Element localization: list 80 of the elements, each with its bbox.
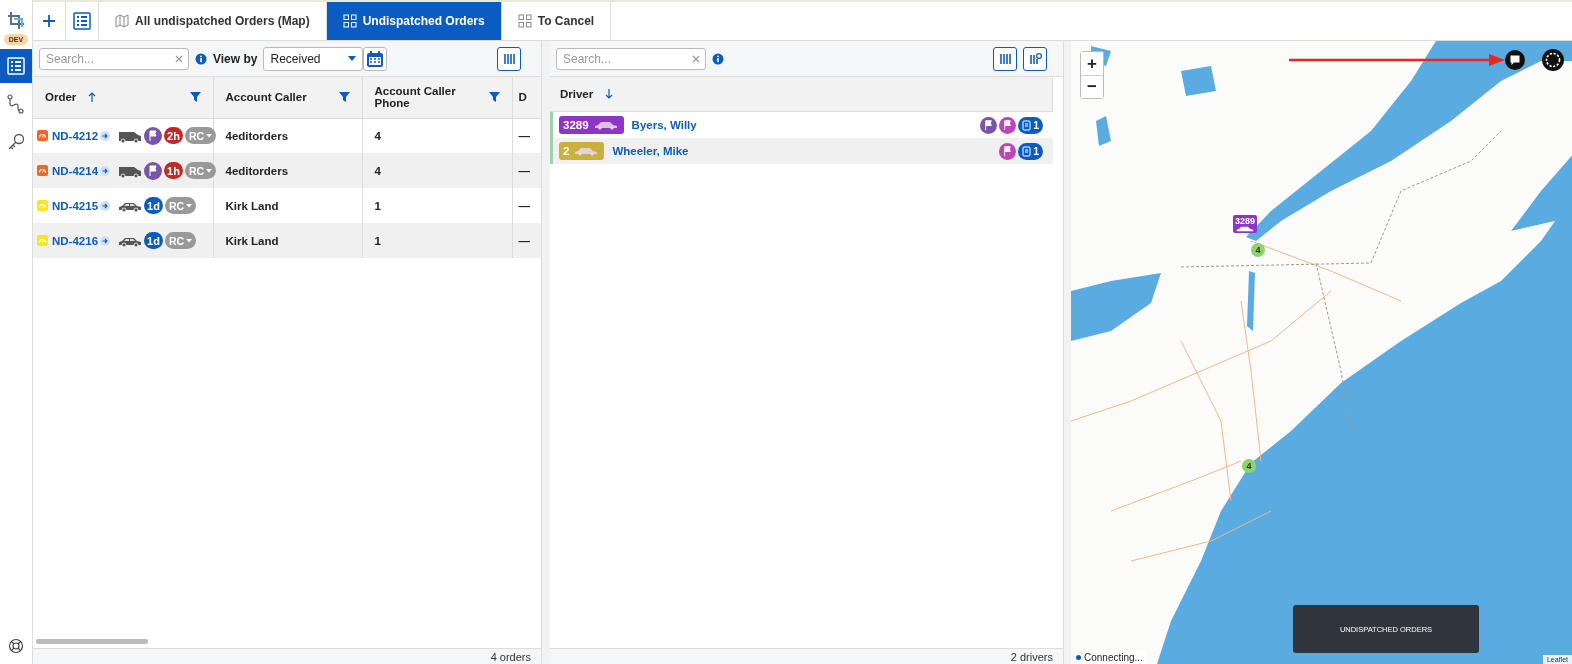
info-icon bbox=[195, 52, 207, 65]
scrollbar[interactable] bbox=[36, 639, 148, 644]
table-cell: 4editorders bbox=[213, 153, 362, 188]
table-cell: Kirk Land bbox=[213, 223, 362, 258]
sidebar-item[interactable] bbox=[0, 49, 32, 83]
info-icon bbox=[712, 52, 724, 65]
order-count: 4 orders bbox=[490, 651, 531, 663]
filter-icon[interactable] bbox=[338, 92, 350, 103]
columns-button[interactable] bbox=[993, 46, 1017, 71]
driver-name[interactable]: Byers, Willy bbox=[631, 119, 697, 131]
vehicle-badge: 2 bbox=[559, 142, 605, 160]
age-badge: 2h bbox=[164, 127, 184, 145]
connection-status: Connecting... bbox=[1084, 652, 1143, 663]
clear-icon[interactable] bbox=[692, 54, 700, 63]
arrow-right-icon[interactable] bbox=[100, 165, 111, 176]
search-field[interactable]: Search... bbox=[556, 47, 706, 70]
arrow-right-icon[interactable] bbox=[100, 130, 111, 141]
table-cell: 4 bbox=[362, 153, 512, 188]
table-cell: — bbox=[512, 153, 541, 188]
columns-icon bbox=[502, 52, 516, 65]
calendar-button[interactable] bbox=[363, 46, 388, 71]
column-header[interactable]: Account Caller bbox=[213, 77, 362, 118]
logo-icon[interactable] bbox=[6, 10, 26, 30]
table-cell: — bbox=[512, 223, 541, 258]
sort-down-icon[interactable] bbox=[605, 89, 614, 99]
order-link[interactable]: ND-4214 bbox=[52, 164, 99, 177]
tab[interactable]: Undispatched Orders bbox=[326, 2, 502, 40]
order-link[interactable]: ND-4216 bbox=[52, 234, 99, 247]
age-badge: 1d bbox=[144, 197, 164, 214]
clipboard-icon bbox=[1022, 145, 1032, 157]
order-link[interactable]: ND-4212 bbox=[52, 129, 99, 142]
vehicle-badge: 3289 bbox=[559, 116, 624, 134]
view-by-label: View by bbox=[213, 51, 258, 66]
key-icon bbox=[6, 132, 26, 152]
table-cell: 1 bbox=[362, 223, 512, 258]
order-count-badge: 1 bbox=[1018, 142, 1043, 160]
list-icon bbox=[72, 11, 92, 31]
order-count-badge: 1 bbox=[1018, 116, 1043, 134]
column-header[interactable]: D bbox=[512, 77, 541, 118]
tab[interactable]: All undispatched Orders (Map) bbox=[99, 2, 327, 40]
clipboard-icon bbox=[1022, 119, 1032, 131]
tab[interactable]: To Cancel bbox=[501, 2, 612, 40]
map-icon bbox=[115, 14, 129, 28]
column-header[interactable]: Order bbox=[33, 77, 213, 118]
zoom-out-button[interactable]: − bbox=[1081, 75, 1103, 98]
search-field[interactable]: Search... bbox=[39, 47, 189, 70]
filter-icon[interactable] bbox=[189, 92, 201, 103]
settings-button[interactable] bbox=[1023, 46, 1047, 71]
caret-icon bbox=[186, 238, 193, 243]
column-header[interactable]: Account Caller Phone bbox=[362, 77, 512, 118]
column-header[interactable]: Driver bbox=[550, 77, 1053, 112]
columns-button[interactable] bbox=[497, 46, 521, 71]
car-icon bbox=[1236, 226, 1254, 232]
age-badge: 1h bbox=[164, 162, 184, 179]
list-icon bbox=[6, 56, 26, 76]
driver-name[interactable]: Wheeler, Mike bbox=[612, 145, 689, 157]
filter-icon[interactable] bbox=[488, 92, 500, 103]
order-link[interactable]: ND-4215 bbox=[52, 199, 99, 212]
chat-icon[interactable] bbox=[1505, 50, 1525, 70]
loading-icon[interactable] bbox=[1542, 49, 1564, 71]
lifebuoy-icon[interactable] bbox=[8, 638, 24, 654]
arrow-right-icon[interactable] bbox=[100, 200, 111, 211]
caret-icon bbox=[206, 133, 213, 138]
caret-icon bbox=[348, 56, 357, 61]
sort-up-icon[interactable] bbox=[88, 92, 97, 103]
arrow-right-icon[interactable] bbox=[100, 235, 111, 246]
add-icon bbox=[42, 14, 56, 28]
age-badge: 1d bbox=[144, 232, 164, 249]
vehicle-marker[interactable]: 3289 bbox=[1233, 215, 1258, 233]
columns-icon bbox=[998, 52, 1012, 65]
view-by-dropdown[interactable]: Received bbox=[263, 46, 364, 71]
calendar-icon bbox=[366, 49, 385, 68]
column-settings-icon bbox=[1028, 52, 1042, 65]
grid-icon bbox=[342, 14, 357, 28]
grid-icon bbox=[517, 14, 532, 28]
route-icon bbox=[6, 94, 26, 114]
driver-count: 2 drivers bbox=[1010, 651, 1053, 663]
clear-icon[interactable] bbox=[175, 54, 183, 63]
caret-icon bbox=[206, 168, 213, 173]
caret-icon bbox=[186, 203, 193, 208]
